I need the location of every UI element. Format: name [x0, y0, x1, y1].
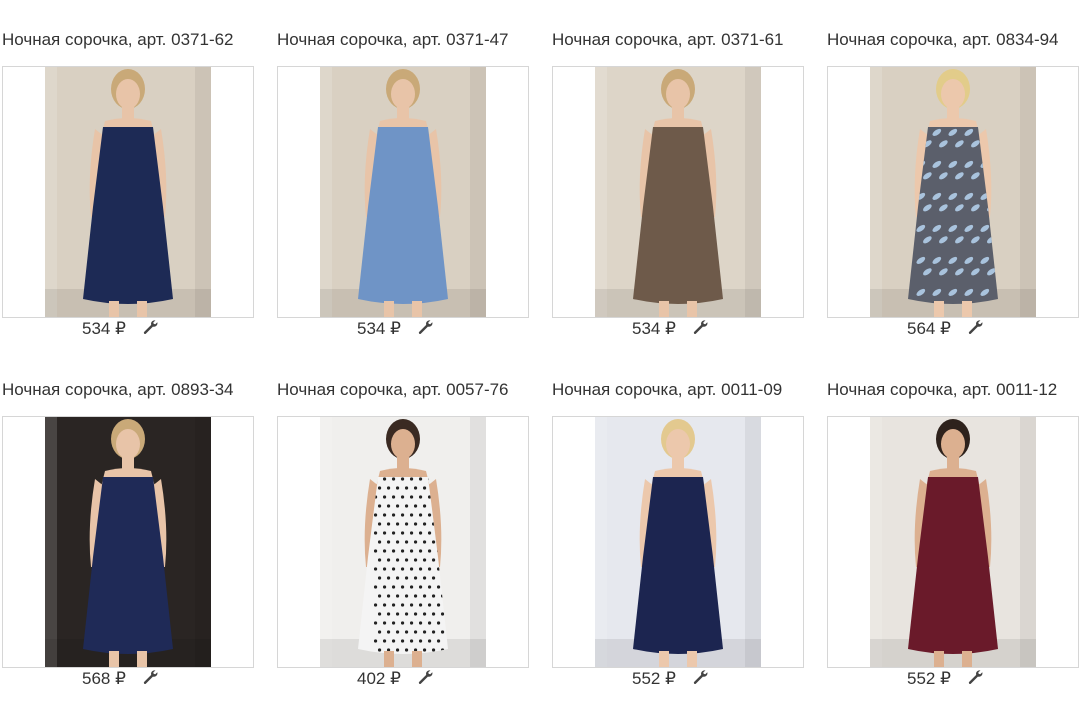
- product-card[interactable]: Ночная сорочка, арт. 0011-12 552 ₽: [827, 350, 1079, 688]
- product-image-frame[interactable]: [277, 66, 529, 318]
- product-card[interactable]: Ночная сорочка, арт. 0371-47 534 ₽: [277, 0, 529, 338]
- product-card[interactable]: Ночная сорочка, арт. 0371-62 534 ₽: [2, 0, 254, 338]
- product-title[interactable]: Ночная сорочка, арт. 0057-76: [277, 380, 509, 400]
- product-price: 534 ₽: [357, 319, 401, 338]
- model-photo: [45, 417, 211, 667]
- model-photo: [595, 67, 761, 317]
- product-image-frame[interactable]: [277, 416, 529, 668]
- product-card[interactable]: Ночная сорочка, арт. 0011-09 552 ₽: [552, 350, 804, 688]
- product-photo[interactable]: [45, 67, 211, 317]
- wrench-icon[interactable]: [142, 669, 158, 685]
- product-card[interactable]: Ночная сорочка, арт. 0371-61 534 ₽: [552, 0, 804, 338]
- wrench-icon[interactable]: [417, 669, 433, 685]
- product-price: 552 ₽: [907, 669, 951, 688]
- product-image-frame[interactable]: [2, 66, 254, 318]
- product-title[interactable]: Ночная сорочка, арт. 0011-12: [827, 380, 1057, 400]
- product-image-frame[interactable]: [552, 66, 804, 318]
- product-grid: Ночная сорочка, арт. 0371-62 534 ₽ Ночна…: [0, 0, 1090, 716]
- product-title[interactable]: Ночная сорочка, арт. 0371-61: [552, 30, 784, 50]
- product-photo[interactable]: [320, 417, 486, 667]
- model-photo: [870, 417, 1036, 667]
- wrench-icon[interactable]: [692, 319, 708, 335]
- product-card[interactable]: Ночная сорочка, арт. 0057-76 402 ₽: [277, 350, 529, 688]
- product-image-frame[interactable]: [552, 416, 804, 668]
- product-title[interactable]: Ночная сорочка, арт. 0371-62: [2, 30, 234, 50]
- product-price: 564 ₽: [907, 319, 951, 338]
- product-photo[interactable]: [595, 417, 761, 667]
- product-title[interactable]: Ночная сорочка, арт. 0893-34: [2, 380, 234, 400]
- product-photo[interactable]: [870, 67, 1036, 317]
- model-photo: [870, 67, 1036, 317]
- product-card[interactable]: Ночная сорочка, арт. 0834-94 564 ₽: [827, 0, 1079, 338]
- product-photo[interactable]: [870, 417, 1036, 667]
- product-image-frame[interactable]: [2, 416, 254, 668]
- product-title[interactable]: Ночная сорочка, арт. 0011-09: [552, 380, 782, 400]
- wrench-icon[interactable]: [417, 319, 433, 335]
- product-price: 568 ₽: [82, 669, 126, 688]
- wrench-icon[interactable]: [967, 319, 983, 335]
- product-card[interactable]: Ночная сорочка, арт. 0893-34 568 ₽: [2, 350, 254, 688]
- wrench-icon[interactable]: [967, 669, 983, 685]
- model-photo: [595, 417, 761, 667]
- product-title[interactable]: Ночная сорочка, арт. 0834-94: [827, 30, 1059, 50]
- wrench-icon[interactable]: [142, 319, 158, 335]
- product-price: 534 ₽: [82, 319, 126, 338]
- product-photo[interactable]: [320, 67, 486, 317]
- product-image-frame[interactable]: [827, 416, 1079, 668]
- model-photo: [320, 67, 486, 317]
- product-photo[interactable]: [595, 67, 761, 317]
- model-photo: [45, 67, 211, 317]
- product-price: 552 ₽: [632, 669, 676, 688]
- product-photo[interactable]: [45, 417, 211, 667]
- product-title[interactable]: Ночная сорочка, арт. 0371-47: [277, 30, 509, 50]
- product-image-frame[interactable]: [827, 66, 1079, 318]
- product-price: 534 ₽: [632, 319, 676, 338]
- model-photo: [320, 417, 486, 667]
- product-price: 402 ₽: [357, 669, 401, 688]
- wrench-icon[interactable]: [692, 669, 708, 685]
